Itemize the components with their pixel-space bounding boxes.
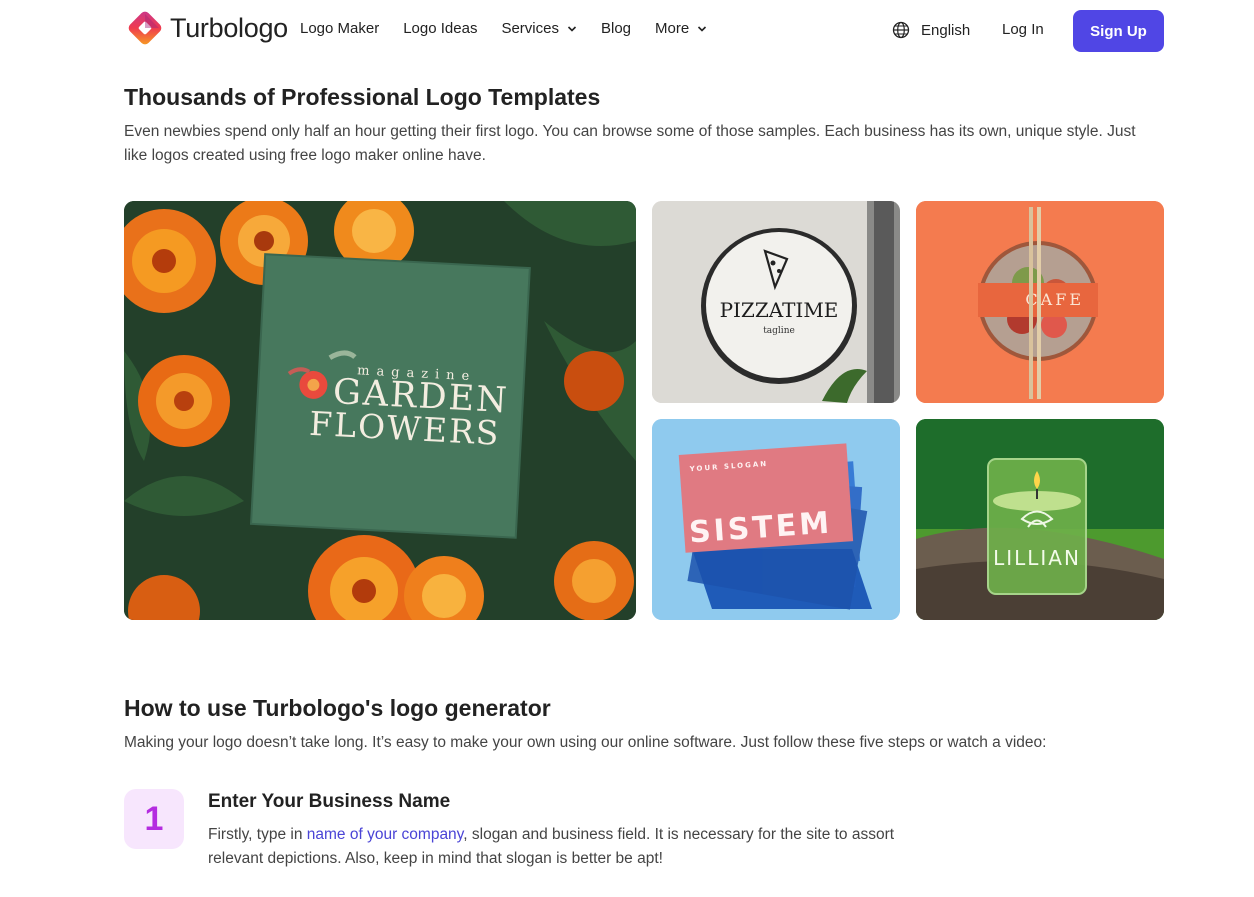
nav-more[interactable]: More	[655, 20, 707, 37]
pizza-line-1: PIZZATIME	[720, 298, 839, 322]
nav-logo-ideas-label: Logo Ideas	[403, 20, 478, 37]
step-1-number: 1	[124, 789, 184, 849]
language-selector[interactable]: English	[892, 21, 970, 39]
pizzatime-image: PIZZATIME tagline	[652, 201, 900, 403]
main-nav: Logo Maker Logo Ideas Services Blog More	[300, 20, 731, 37]
garden-flowers-image: magazine GARDEN FLOWERS	[124, 201, 636, 620]
templates-title: Thousands of Professional Logo Templates	[124, 84, 601, 110]
nav-logo-maker-label: Logo Maker	[300, 20, 380, 37]
nav-blog-label: Blog	[600, 20, 632, 37]
pizza-line-2: tagline	[763, 326, 795, 336]
sistem-image: YOUR SLOGAN SISTEM	[652, 419, 900, 620]
signup-button[interactable]: Sign Up	[1073, 10, 1164, 52]
sample-pizzatime[interactable]: PIZZATIME tagline	[652, 201, 900, 403]
nav-logo-maker[interactable]: Logo Maker	[300, 20, 379, 37]
brand-name: Turbologo	[170, 12, 288, 43]
garden-card: magazine GARDEN FLOWERS	[249, 253, 531, 539]
globe-icon	[892, 21, 910, 39]
howto-title: How to use Turbologo's logo generator	[124, 695, 551, 721]
sample-garden-flowers[interactable]: magazine GARDEN FLOWERS	[124, 201, 636, 620]
chevron-down-icon	[698, 25, 707, 32]
login-link[interactable]: Log In	[1002, 21, 1044, 38]
nav-services[interactable]: Services	[501, 20, 577, 37]
brand-logo[interactable]: Turbologo	[126, 9, 288, 47]
nav-logo-ideas[interactable]: Logo Ideas	[403, 20, 477, 37]
step-1-title: Enter Your Business Name	[208, 791, 451, 812]
step-1-text-before: Firstly, type in	[208, 826, 307, 843]
step-1-text: Firstly, type in name of your company, s…	[208, 823, 948, 871]
chevron-down-icon	[567, 25, 577, 32]
language-label: English	[921, 21, 971, 39]
cafe-image: CAFE	[916, 201, 1164, 403]
lillian-image: LILLIAN	[916, 419, 1164, 620]
brand-logo-icon	[128, 11, 162, 45]
sample-sistem[interactable]: YOUR SLOGAN SISTEM	[652, 419, 900, 620]
company-name-link[interactable]: name of your company	[307, 826, 464, 843]
nav-services-label: Services	[501, 20, 559, 37]
sample-cafe[interactable]: CAFE	[916, 201, 1164, 403]
howto-description: Making your logo doesn’t take long. It’s…	[124, 734, 1047, 751]
lillian-line-1: LILLIAN	[993, 546, 1081, 570]
nav-blog[interactable]: Blog	[601, 20, 631, 37]
templates-description: Even newbies spend only half an hour get…	[124, 123, 1136, 164]
nav-more-label: More	[655, 20, 690, 37]
site-header: Turbologo Logo Maker Logo Ideas Services…	[0, 0, 1254, 60]
sample-lillian[interactable]: LILLIAN	[916, 419, 1164, 620]
cafe-line-1: CAFE	[1025, 290, 1084, 309]
